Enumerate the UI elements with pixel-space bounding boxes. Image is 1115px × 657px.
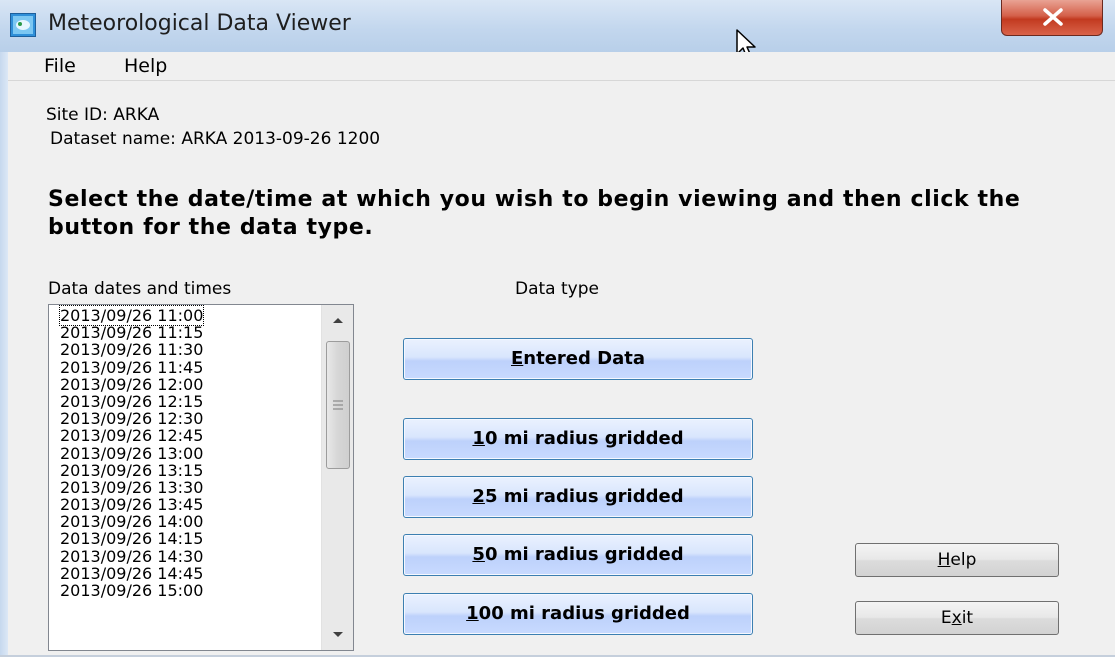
100-mi-label: 00 mi radius gridded [478, 603, 690, 624]
list-item-text: 2013/09/26 12:00 [60, 374, 204, 394]
50-mi-gridded-button[interactable]: 50 mi radius gridded [403, 534, 753, 576]
list-item-text: 2013/09/26 11:30 [60, 340, 204, 360]
entered-data-button[interactable]: Entered Data [403, 338, 753, 380]
list-label: Data dates and times [48, 279, 232, 299]
list-item-text: 2013/09/26 13:15 [60, 460, 204, 480]
list-item-text: 2013/09/26 11:00 [58, 305, 205, 326]
title-bar[interactable]: Meteorological Data Viewer [0, 0, 1115, 59]
app-icon [10, 13, 36, 37]
instructions-text: Select the date/time at which you wish t… [48, 187, 1021, 240]
menu-help[interactable]: Help [120, 55, 171, 77]
list-item-text: 2013/09/26 14:45 [60, 563, 204, 583]
list-item-text: 2013/09/26 11:15 [60, 323, 204, 343]
list-item-text: 2013/09/26 13:45 [60, 495, 204, 515]
list-item[interactable]: 2013/09/26 11:00 [51, 305, 321, 326]
help-label: elp [950, 550, 977, 570]
list-item-text: 2013/09/26 12:15 [60, 391, 204, 411]
entered-data-mnemonic: E [511, 348, 524, 369]
datetime-listbox[interactable]: 2013/09/26 11:00 2013/09/26 11:15 2013/09/… [48, 304, 354, 651]
list-item-text: 2013/09/26 14:00 [60, 512, 204, 532]
100-mi-mnemonic: 1 [466, 603, 479, 624]
list-item-text: 2013/09/26 12:30 [60, 409, 204, 429]
datetime-list: 2013/09/26 11:00 2013/09/26 11:15 2013/09/… [51, 305, 321, 599]
scroll-grip-icon [333, 400, 343, 410]
list-item-text: 2013/09/26 11:45 [60, 357, 204, 377]
exit-button[interactable]: Exit [855, 601, 1059, 635]
app-window: Meteorological Data Viewer File Help Sit… [0, 0, 1115, 657]
help-button[interactable]: Help [855, 543, 1059, 577]
entered-data-label: ntered Data [523, 348, 645, 369]
10-mi-mnemonic: 1 [472, 428, 485, 449]
list-item-text: 2013/09/26 14:15 [60, 529, 204, 549]
list-item[interactable]: 2013/09/26 14:30 [51, 548, 321, 565]
10-mi-label: 0 mi radius gridded [484, 428, 684, 449]
list-item[interactable]: 2013/09/26 13:45 [51, 496, 321, 513]
list-item[interactable]: 2013/09/26 13:15 [51, 462, 321, 479]
window-border [0, 52, 8, 657]
window-title: Meteorological Data Viewer [48, 11, 351, 36]
list-item[interactable]: 2013/09/26 12:30 [51, 410, 321, 427]
exit-mnemonic: x [951, 608, 962, 628]
list-item[interactable]: 2013/09/26 12:00 [51, 376, 321, 393]
close-button[interactable] [1001, 0, 1103, 36]
list-scrollbar[interactable] [321, 305, 354, 650]
25-mi-label: 5 mi radius gridded [484, 486, 684, 507]
site-id-label: Site ID: ARKA [46, 105, 160, 125]
list-item-text: 2013/09/26 15:00 [60, 581, 204, 600]
menu-bar: File Help [0, 52, 1115, 81]
list-item-text: 2013/09/26 12:45 [60, 426, 204, 446]
list-item[interactable]: 2013/09/26 13:00 [51, 445, 321, 462]
list-item[interactable]: 2013/09/26 15:00 [51, 582, 321, 599]
10-mi-gridded-button[interactable]: 10 mi radius gridded [403, 418, 753, 460]
scroll-up-arrow-icon[interactable] [322, 305, 354, 335]
exit-label-pre: E [940, 608, 952, 628]
scroll-down-arrow-icon[interactable] [322, 620, 354, 650]
list-item-text: 2013/09/26 13:30 [60, 477, 204, 497]
menu-file[interactable]: File [40, 55, 80, 77]
list-item[interactable]: 2013/09/26 14:15 [51, 530, 321, 547]
help-mnemonic: H [937, 550, 951, 570]
list-item[interactable]: 2013/09/26 11:30 [51, 341, 321, 358]
50-mi-mnemonic: 5 [472, 544, 485, 565]
list-item[interactable]: 2013/09/26 11:45 [51, 359, 321, 376]
list-item-text: 2013/09/26 13:00 [60, 443, 204, 463]
list-item[interactable]: 2013/09/26 14:45 [51, 565, 321, 582]
data-type-label: Data type [515, 279, 599, 299]
list-item[interactable]: 2013/09/26 14:00 [51, 513, 321, 530]
25-mi-mnemonic: 2 [472, 486, 485, 507]
list-item[interactable]: 2013/09/26 12:15 [51, 393, 321, 410]
close-icon [1043, 8, 1063, 26]
exit-label-rest: it [961, 608, 974, 628]
50-mi-label: 0 mi radius gridded [484, 544, 684, 565]
list-item[interactable]: 2013/09/26 11:15 [51, 324, 321, 341]
list-item[interactable]: 2013/09/26 13:30 [51, 479, 321, 496]
25-mi-gridded-button[interactable]: 25 mi radius gridded [403, 476, 753, 518]
scrollbar-thumb[interactable] [326, 341, 350, 469]
dataset-name-label: Dataset name: ARKA 2013-09-26 1200 [50, 129, 381, 149]
list-item[interactable]: 2013/09/26 12:45 [51, 427, 321, 444]
list-item-text: 2013/09/26 14:30 [60, 546, 204, 566]
100-mi-gridded-button[interactable]: 100 mi radius gridded [403, 593, 753, 635]
